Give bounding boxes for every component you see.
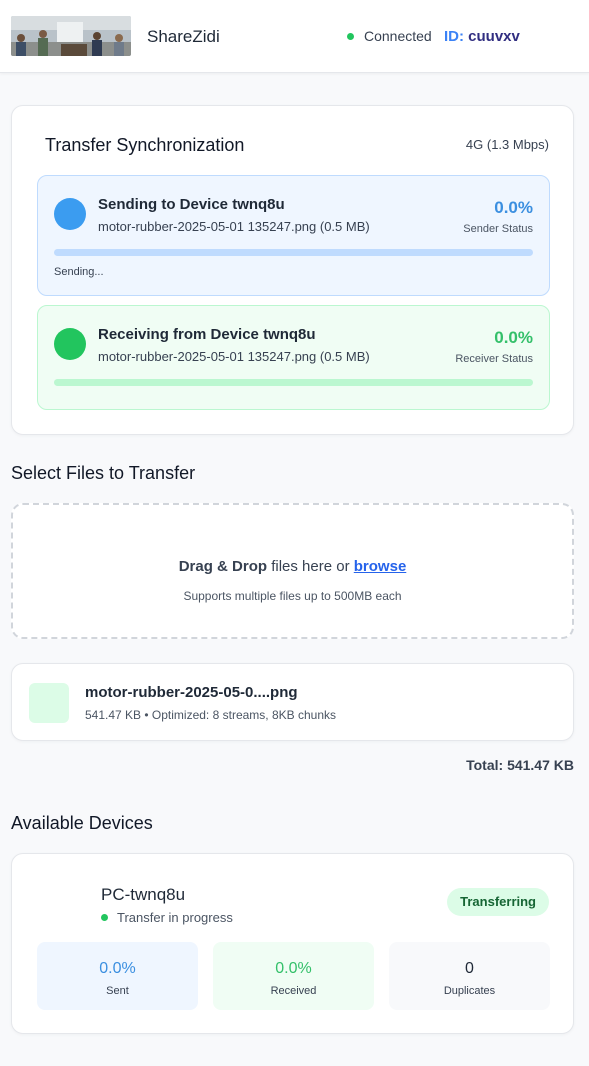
files-total: Total: 541.47 KB [466, 757, 574, 773]
sender-status-label: Sender Status [463, 223, 533, 235]
sent-value: 0.0% [99, 960, 136, 977]
sender-panel: Sending to Device twnq8u motor-rubber-20… [37, 175, 550, 296]
device-state: Transfer in progress [101, 910, 233, 925]
file-name: motor-rubber-2025-05-0....png [85, 684, 298, 701]
sender-title: Sending to Device twnq8u [98, 196, 285, 213]
available-devices-title: Available Devices [11, 813, 153, 833]
network-speed: 4G (1.3 Mbps) [465, 137, 549, 152]
connected-dot-icon [347, 32, 354, 40]
app-header: ShareZidi Connected ID: cuuvxv [0, 0, 589, 73]
sent-stat: 0.0% Sent [37, 942, 198, 1010]
sender-file: motor-rubber-2025-05-01 135247.png (0.5 … [98, 219, 370, 234]
receiver-status-icon [54, 328, 86, 360]
app-name: ShareZidi [147, 27, 220, 46]
file-dropzone[interactable]: Drag & Drop files here or browse Support… [11, 503, 574, 639]
device-id-label: ID: [444, 28, 464, 45]
device-id-value: cuuvxv [468, 28, 520, 45]
browse-link[interactable]: browse [354, 558, 407, 575]
device-name: PC-twnq8u [101, 885, 186, 904]
received-value: 0.0% [275, 960, 312, 977]
dropzone-middle-text: files here or [267, 558, 354, 575]
file-thumbnail [29, 683, 69, 723]
sender-percent: 0.0% [494, 198, 533, 217]
sender-progress-bar [54, 249, 533, 256]
file-list-item[interactable]: motor-rubber-2025-05-0....png 541.47 KB … [11, 663, 574, 741]
receiver-panel: Receiving from Device twnq8u motor-rubbe… [37, 305, 550, 410]
dropzone-hint: Supports multiple files up to 500MB each [183, 589, 402, 603]
device-id: ID: cuuvxv [444, 28, 520, 45]
header-photo [11, 16, 131, 56]
dropzone-text: Drag & Drop files here or browse [13, 558, 572, 575]
device-state-text: Transfer in progress [117, 910, 233, 925]
select-files-title: Select Files to Transfer [11, 463, 196, 483]
receiver-title: Receiving from Device twnq8u [98, 326, 316, 343]
file-meta: 541.47 KB • Optimized: 8 streams, 8KB ch… [85, 708, 336, 722]
dropzone-strong-text: Drag & Drop [178, 558, 268, 575]
device-active-dot-icon [101, 914, 108, 921]
sync-title: Transfer Synchronization [45, 135, 245, 155]
sender-substatus: Sending... [54, 266, 104, 278]
received-label: Received [270, 985, 317, 997]
duplicates-stat: 0 Duplicates [389, 942, 550, 1010]
duplicates-label: Duplicates [443, 985, 496, 997]
receiver-percent: 0.0% [494, 328, 533, 347]
receiver-progress-bar [54, 379, 533, 386]
connection-status-text: Connected [364, 28, 432, 44]
device-card[interactable]: PC-twnq8u Transfer in progress Transferr… [11, 853, 574, 1034]
connection-status: Connected [347, 28, 432, 44]
status-badge: Transferring [447, 888, 549, 916]
duplicates-value: 0 [465, 960, 474, 977]
transfer-sync-card: Transfer Synchronization 4G (1.3 Mbps) S… [11, 105, 574, 435]
sent-label: Sent [106, 985, 129, 997]
receiver-file: motor-rubber-2025-05-01 135247.png (0.5 … [98, 349, 370, 364]
receiver-status-label: Receiver Status [455, 353, 533, 365]
sender-status-icon [54, 198, 86, 230]
received-stat: 0.0% Received [213, 942, 374, 1010]
